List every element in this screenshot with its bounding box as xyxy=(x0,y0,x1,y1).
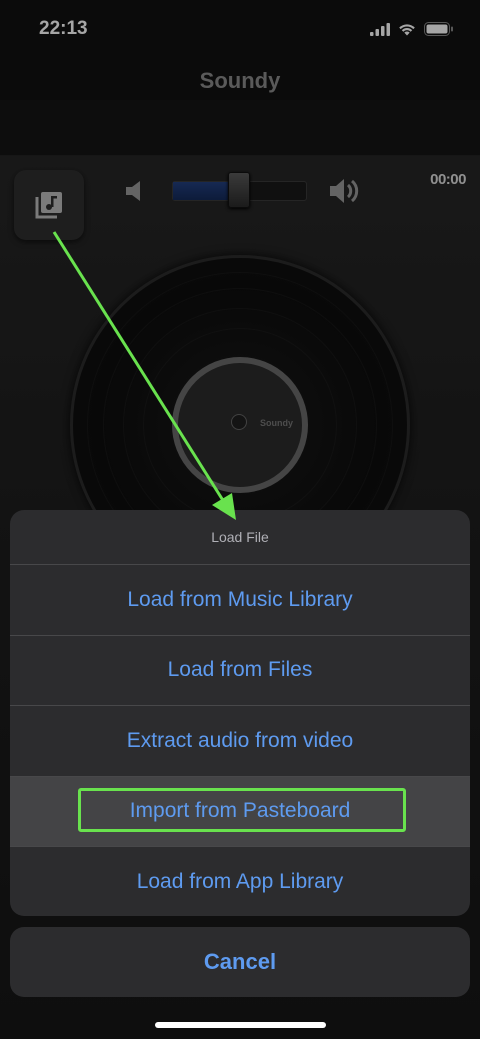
action-sheet-title: Load File xyxy=(10,510,470,565)
load-from-files-option[interactable]: Load from Files xyxy=(10,636,470,706)
load-from-app-library-option[interactable]: Load from App Library xyxy=(10,847,470,916)
extract-audio-from-video-option[interactable]: Extract audio from video xyxy=(10,706,470,777)
load-file-action-sheet: Load File Load from Music Library Load f… xyxy=(10,510,470,916)
load-from-music-library-option[interactable]: Load from Music Library xyxy=(10,565,470,636)
cancel-button[interactable]: Cancel xyxy=(10,927,470,997)
home-indicator xyxy=(155,1022,326,1028)
annotation-highlight-box xyxy=(78,788,406,832)
